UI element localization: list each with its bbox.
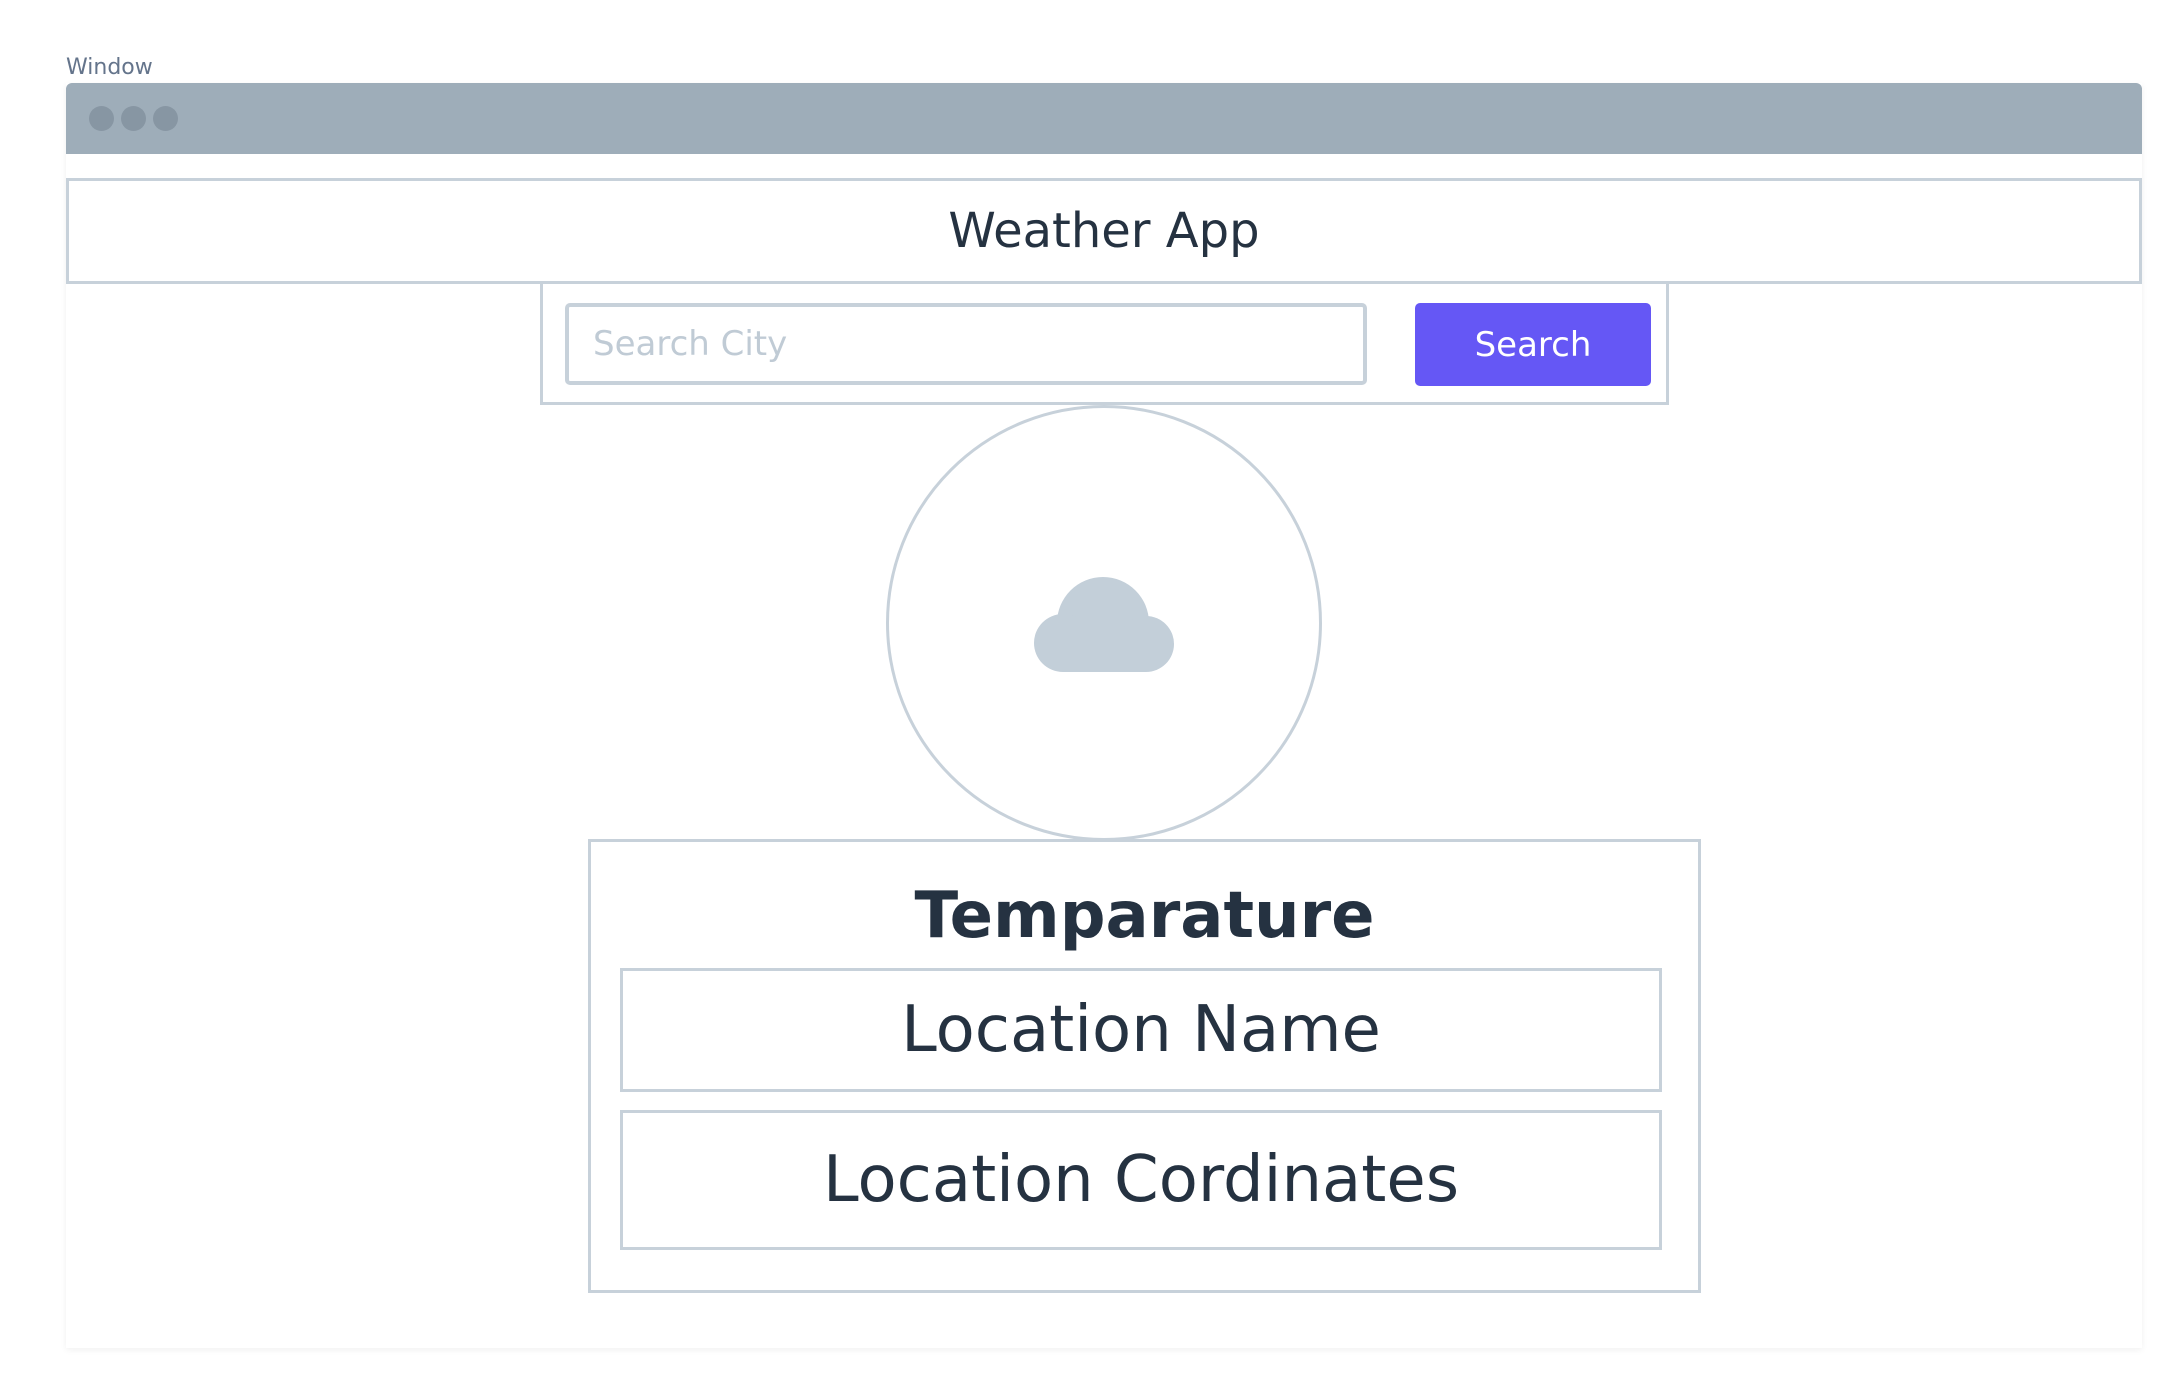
- location-coordinates: Location Cordinates: [620, 1110, 1662, 1250]
- search-city-input[interactable]: [565, 303, 1367, 385]
- location-name: Location Name: [620, 968, 1662, 1092]
- cloud-icon: [1034, 577, 1174, 672]
- window-titlebar[interactable]: [66, 83, 2142, 154]
- window-control-dot[interactable]: [121, 106, 146, 131]
- temperature-label: Temparature: [914, 879, 1375, 953]
- app-title: Weather App: [948, 203, 1260, 259]
- search-bar: Search: [540, 284, 1669, 405]
- window-label: Window: [66, 55, 153, 80]
- window-control-dot[interactable]: [89, 106, 114, 131]
- search-button[interactable]: Search: [1415, 303, 1651, 386]
- window-control-dot[interactable]: [153, 106, 178, 131]
- weather-icon-frame: [886, 405, 1322, 841]
- app-window: Weather App Search Temparature Location …: [66, 83, 2142, 1348]
- app-header: Weather App: [66, 178, 2142, 284]
- weather-info-card: Temparature Location Name Location Cordi…: [588, 839, 1701, 1293]
